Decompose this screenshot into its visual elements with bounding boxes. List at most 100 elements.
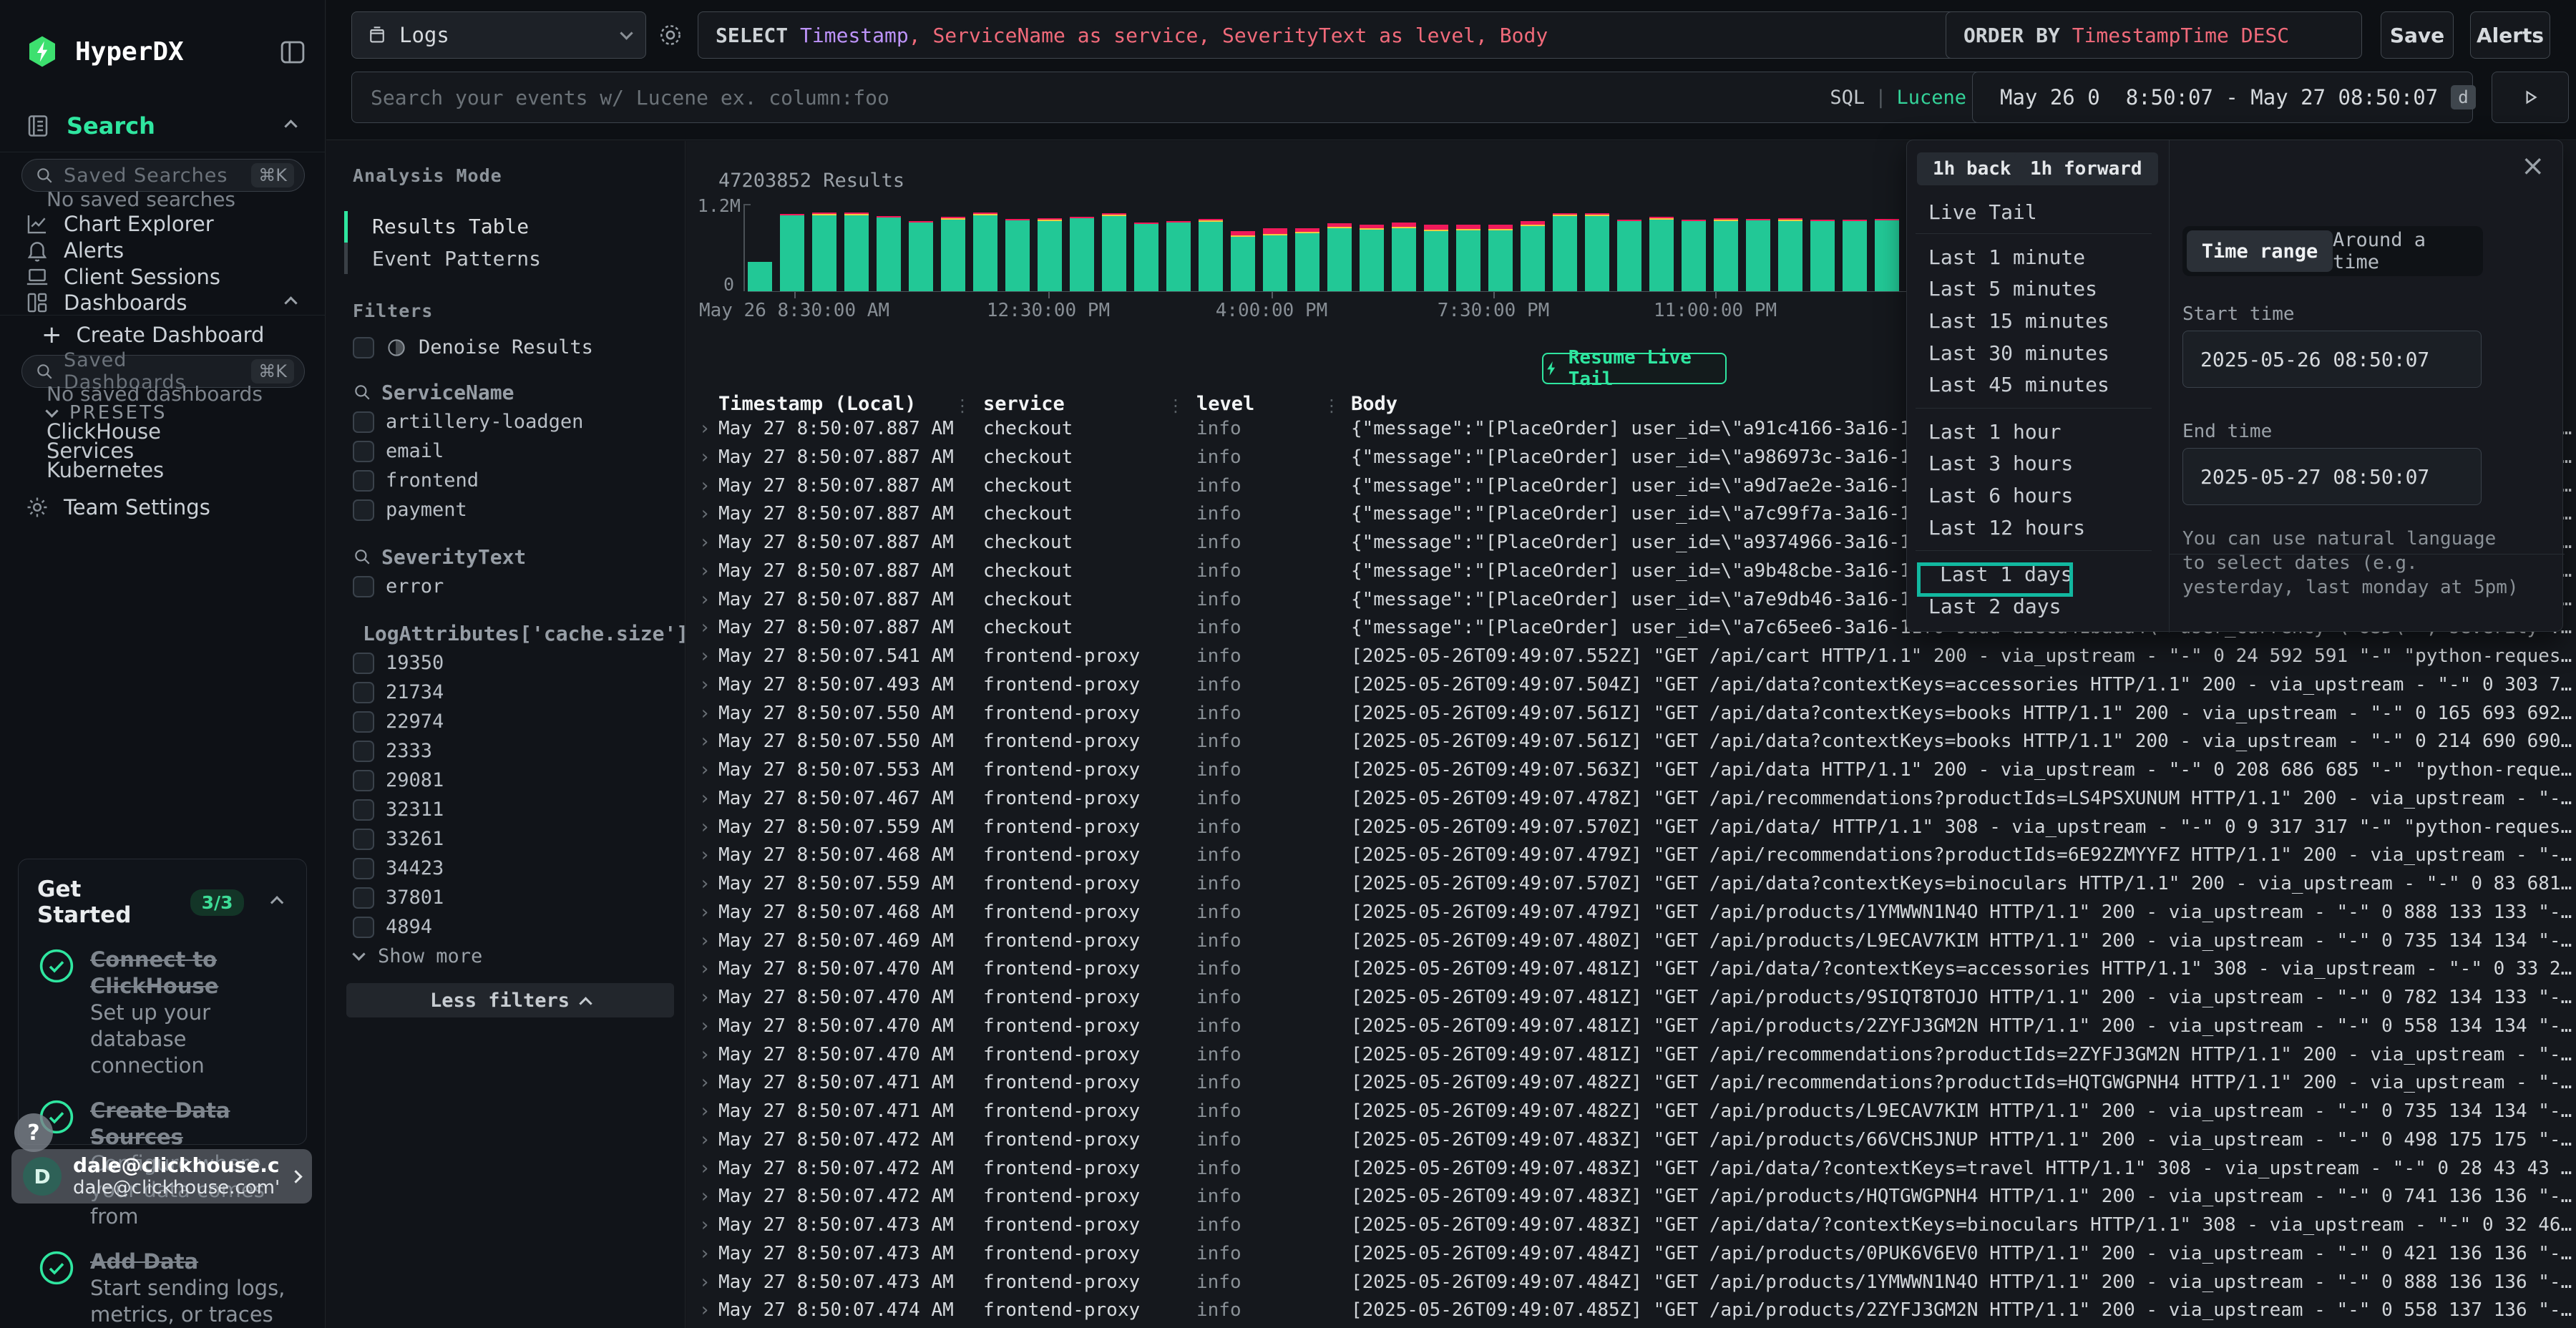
filter-value-row[interactable]: 37801 <box>353 883 668 912</box>
log-row[interactable]: ›May 27 8:50:07.470 AMfrontend-proxyinfo… <box>686 955 2576 984</box>
column-resize-handle[interactable]: ⋮ <box>1323 396 1340 416</box>
log-row[interactable]: ›May 27 8:50:07.550 AMfrontend-proxyinfo… <box>686 728 2576 756</box>
log-row[interactable]: ›May 27 8:50:07.467 AMfrontend-proxyinfo… <box>686 785 2576 814</box>
col-header-level[interactable]: level <box>1196 393 1254 415</box>
time-option-last-30-minutes[interactable]: Last 30 minutes <box>1907 337 2169 369</box>
date-range-input[interactable]: May 26 08:50:07 - May 27 08:50:07 d <box>1972 72 2473 123</box>
checkbox[interactable] <box>353 917 374 938</box>
resume-live-tail-button[interactable]: Resume Live Tail <box>1542 353 1727 384</box>
mode-event-patterns[interactable]: Event Patterns <box>372 242 541 275</box>
checkbox[interactable] <box>353 411 374 433</box>
show-more-button[interactable]: Show more <box>353 942 668 971</box>
filter-value-row[interactable]: frontend <box>353 466 668 495</box>
source-settings-gear-icon[interactable] <box>657 21 684 52</box>
sidebar-item-client-sessions[interactable]: Client Sessions <box>25 263 220 290</box>
checkbox[interactable] <box>353 682 374 703</box>
checkbox[interactable] <box>353 741 374 762</box>
checkbox[interactable] <box>353 858 374 879</box>
log-row[interactable]: ›May 27 8:50:07.553 AMfrontend-proxyinfo… <box>686 756 2576 785</box>
source-select[interactable]: Logs <box>351 11 646 59</box>
log-row[interactable]: ›May 27 8:50:07.469 AMfrontend-proxyinfo… <box>686 927 2576 956</box>
log-row[interactable]: ›May 27 8:50:07.470 AMfrontend-proxyinfo… <box>686 1041 2576 1070</box>
denoise-results-toggle[interactable]: Denoise Results <box>353 333 593 362</box>
log-row[interactable]: ›May 27 8:50:07.472 AMfrontend-proxyinfo… <box>686 1183 2576 1211</box>
checkbox[interactable] <box>353 337 374 358</box>
log-row[interactable]: ›May 27 8:50:07.470 AMfrontend-proxyinfo… <box>686 1012 2576 1041</box>
log-row[interactable]: ›May 27 8:50:07.468 AMfrontend-proxyinfo… <box>686 841 2576 870</box>
column-resize-handle[interactable]: ⋮ <box>1167 396 1184 416</box>
checkbox[interactable] <box>353 499 374 521</box>
checkbox[interactable] <box>353 653 374 674</box>
mode-results-table[interactable]: Results Table <box>372 210 529 243</box>
log-row[interactable]: ›May 27 8:50:07.550 AMfrontend-proxyinfo… <box>686 700 2576 728</box>
chevron-up-icon[interactable] <box>284 119 297 132</box>
time-option-last-45-minutes[interactable]: Last 45 minutes <box>1907 368 2169 401</box>
col-header-service[interactable]: service <box>983 393 1065 415</box>
tab-time-range[interactable]: Time range <box>2187 230 2333 272</box>
create-dashboard-button[interactable]: + Create Dashboard <box>42 322 264 348</box>
log-row[interactable]: ›May 27 8:50:07.493 AMfrontend-proxyinfo… <box>686 671 2576 700</box>
checkbox[interactable] <box>353 711 374 733</box>
log-row[interactable]: ›May 27 8:50:07.473 AMfrontend-proxyinfo… <box>686 1240 2576 1269</box>
checkbox[interactable] <box>353 770 374 791</box>
filter-value-row[interactable]: 2333 <box>353 736 668 766</box>
start-time-input[interactable]: 2025-05-26 08:50:07 <box>2182 331 2482 388</box>
sidebar-preset-item[interactable]: Kubernetes <box>47 458 164 481</box>
sidebar-item-search[interactable]: Search <box>25 107 304 145</box>
log-row[interactable]: ›May 27 8:50:07.471 AMfrontend-proxyinfo… <box>686 1069 2576 1098</box>
tab-around-a-time[interactable]: Around a time <box>2333 230 2479 272</box>
filter-value-row[interactable]: 21734 <box>353 678 668 707</box>
time-option-last-15-minutes[interactable]: Last 15 minutes <box>1907 305 2169 337</box>
end-time-input[interactable]: 2025-05-27 08:50:07 <box>2182 448 2482 505</box>
filter-value-row[interactable]: error <box>353 572 668 601</box>
search-input[interactable]: Search your events w/ Lucene ex. column:… <box>351 72 1986 123</box>
1h-forward-button[interactable]: 1h forward <box>2014 152 2158 185</box>
1h-back-button[interactable]: 1h back <box>1917 152 2027 185</box>
time-option-last-12-hours[interactable]: Last 12 hours <box>1907 512 2169 544</box>
save-button[interactable]: Save <box>2381 11 2454 59</box>
filter-value-row[interactable]: 34423 <box>353 854 668 883</box>
filter-value-row[interactable]: payment <box>353 495 668 524</box>
get-started-item[interactable]: Connect to ClickHouseSet up your databas… <box>37 947 288 1079</box>
time-option-last-3-hours[interactable]: Last 3 hours <box>1907 448 2169 480</box>
log-row[interactable]: ›May 27 8:50:07.468 AMfrontend-proxyinfo… <box>686 899 2576 927</box>
user-menu[interactable]: D dale@clickhouse.com dale@clickhouse.co… <box>11 1149 312 1204</box>
log-row[interactable]: ›May 27 8:50:07.472 AMfrontend-proxyinfo… <box>686 1126 2576 1155</box>
sidebar-item-team-settings[interactable]: Team Settings <box>25 494 210 521</box>
sql-toggle[interactable]: SQL <box>1830 87 1865 109</box>
log-row[interactable]: ›May 27 8:50:07.473 AMfrontend-proxyinfo… <box>686 1211 2576 1240</box>
collapse-sidebar-icon[interactable] <box>278 37 308 70</box>
col-header-timestamp[interactable]: Timestamp (Local) <box>718 393 916 415</box>
time-option-last-6-hours[interactable]: Last 6 hours <box>1907 479 2169 512</box>
checkbox[interactable] <box>353 470 374 492</box>
log-row[interactable]: ›May 27 8:50:07.471 AMfrontend-proxyinfo… <box>686 1098 2576 1126</box>
checkbox[interactable] <box>353 829 374 850</box>
filter-value-row[interactable]: 32311 <box>353 795 668 824</box>
time-option-last-5-minutes[interactable]: Last 5 minutes <box>1907 273 2169 306</box>
checkbox[interactable] <box>353 576 374 597</box>
help-button[interactable]: ? <box>14 1113 53 1152</box>
col-header-body[interactable]: Body <box>1351 393 1397 415</box>
filter-value-row[interactable]: 4894 <box>353 912 668 942</box>
filter-value-row[interactable]: 19350 <box>353 648 668 678</box>
lucene-toggle[interactable]: Lucene <box>1896 87 1966 109</box>
get-started-item[interactable]: Add DataStart sending logs, metrics, or … <box>37 1249 288 1328</box>
log-row[interactable]: ›May 27 8:50:07.559 AMfrontend-proxyinfo… <box>686 814 2576 842</box>
filter-value-row[interactable]: 33261 <box>353 824 668 854</box>
log-row[interactable]: ›May 27 8:50:07.541 AMfrontend-proxyinfo… <box>686 643 2576 671</box>
column-resize-handle[interactable]: ⋮ <box>954 396 971 416</box>
log-row[interactable]: ›May 27 8:50:07.473 AMfrontend-proxyinfo… <box>686 1269 2576 1297</box>
log-row[interactable]: ›May 27 8:50:07.470 AMfrontend-proxyinfo… <box>686 984 2576 1012</box>
log-row[interactable]: ›May 27 8:50:07.559 AMfrontend-proxyinfo… <box>686 870 2576 899</box>
time-option-last-1-minute[interactable]: Last 1 minute <box>1907 241 2169 273</box>
log-row[interactable]: ›May 27 8:50:07.472 AMfrontend-proxyinfo… <box>686 1155 2576 1183</box>
log-row[interactable]: ›May 27 8:50:07.474 AMfrontend-proxyinfo… <box>686 1297 2576 1325</box>
checkbox[interactable] <box>353 799 374 821</box>
chevron-up-icon[interactable] <box>284 296 297 309</box>
alerts-button[interactable]: Alerts <box>2470 11 2550 59</box>
sidebar-item-alerts[interactable]: Alerts <box>25 237 124 264</box>
filter-value-row[interactable]: 22974 <box>353 707 668 736</box>
sidebar-item-chart-explorer[interactable]: Chart Explorer <box>25 210 214 238</box>
checkbox[interactable] <box>353 887 374 909</box>
time-option-live-tail[interactable]: Live Tail <box>1907 197 2169 226</box>
